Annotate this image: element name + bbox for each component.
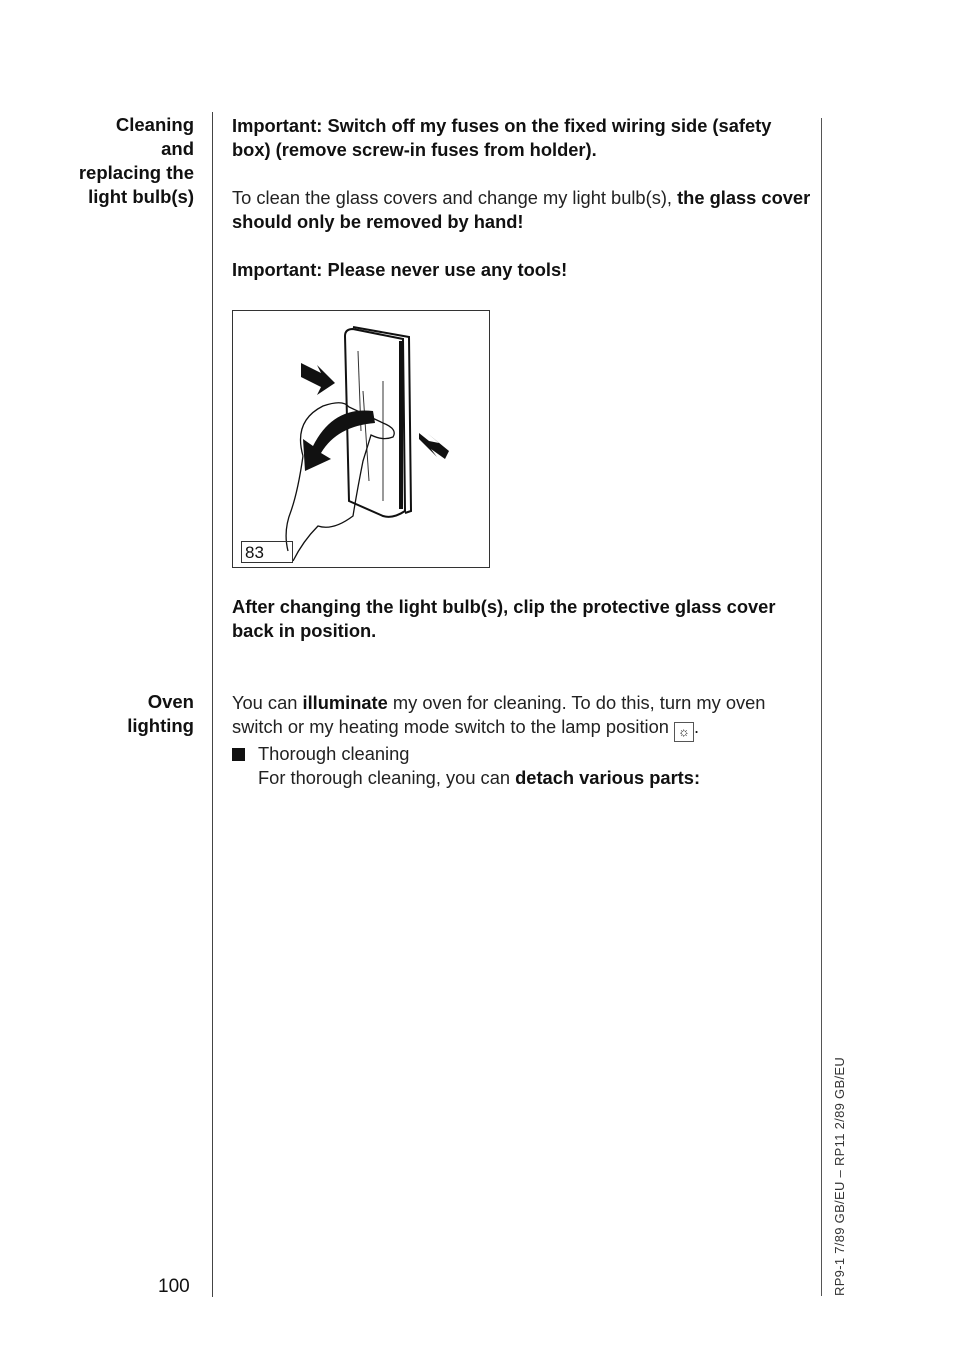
right-margin-rule [821,118,822,1296]
illuminate-paragraph: You can illuminate my oven for cleaning.… [232,691,812,742]
bullet-label: Thorough cleaning [258,743,410,764]
text: For thorough cleaning, you can [258,767,516,788]
hand-removing-cover-illustration [285,326,449,562]
section-heading-oven-lighting: Oven lighting [24,690,194,738]
bullet-square-icon [232,747,245,761]
warning-fuses: Important: Switch off my fuses on the fi… [232,115,772,160]
push-arrow-icon [301,363,335,395]
column-divider [212,112,213,1297]
bullet-thorough-cleaning: Thorough cleaning [232,742,812,766]
reattach-note: After changing the light bulb(s), clip t… [232,596,776,641]
glass-cover-instruction: To clean the glass covers and change my … [232,186,812,234]
heading-line: and [161,138,194,159]
figure-number: 83 [241,541,293,563]
emphasis: illuminate [302,692,388,713]
figure-remove-glass-cover: 83 [232,310,490,568]
emphasis: detach various parts: [515,767,701,788]
detach-paragraph: For thorough cleaning, you can detach va… [232,766,812,790]
section-heading-cleaning: Cleaning and replacing the light bulb(s) [24,113,194,209]
heading-line: lighting [127,715,194,736]
text: You can [232,692,303,713]
heading-line: Oven [147,691,194,712]
heading-line: replacing the [78,162,194,183]
text: . [694,716,700,737]
push-arrow-icon [419,433,449,459]
lamp-icon: ☼ [674,722,694,742]
oven-lighting-body: You can illuminate my oven for cleaning.… [232,691,812,790]
instruction-text: To clean the glass covers and change my … [232,187,678,208]
page-number: 100 [158,1276,190,1297]
print-code: RP9-1 7/89 GB/EU – RP11 2/89 GB/EU [832,1056,847,1296]
heading-line: light bulb(s) [88,186,194,207]
warning-no-tools: Important: Please never use any tools! [232,259,568,280]
heading-line: Cleaning [115,114,194,135]
